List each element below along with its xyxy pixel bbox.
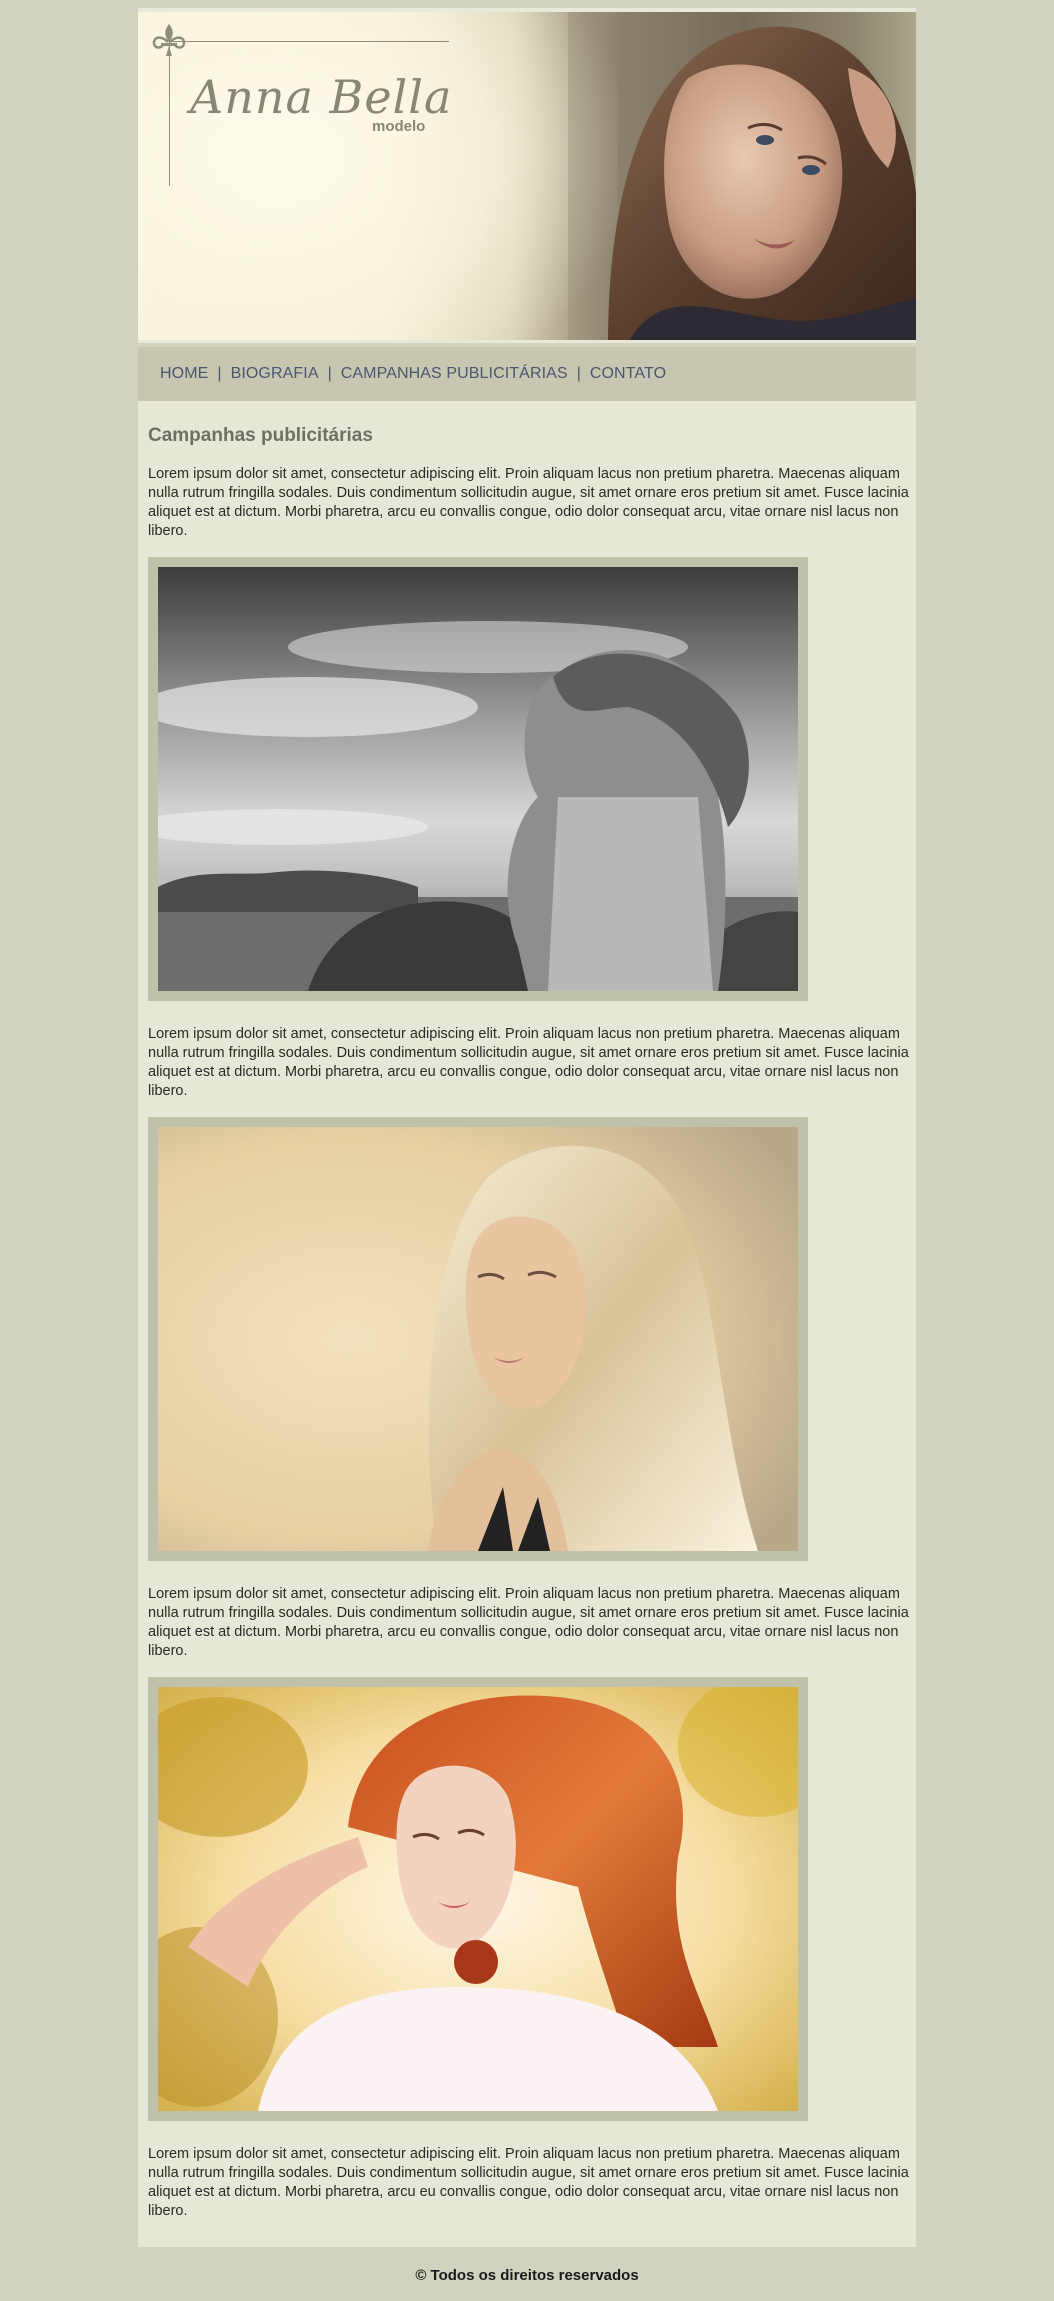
campaign-photo-blonde xyxy=(158,1127,798,1551)
nav-item-home[interactable]: HOME xyxy=(160,365,208,383)
photo-frame xyxy=(148,557,808,1001)
photo-frame xyxy=(148,1677,808,2121)
page-container: Anna Bella modelo HOME | BIOGRAFIA | CAM… xyxy=(138,8,916,2284)
nav-item-biografia[interactable]: BIOGRAFIA xyxy=(231,365,319,383)
logo-name: Anna Bella xyxy=(190,70,453,124)
content-paragraph: Lorem ipsum dolor sit amet, consectetur … xyxy=(148,1586,909,1659)
photo-frame xyxy=(148,1117,808,1561)
main-nav: HOME | BIOGRAFIA | CAMPANHAS PUBLICITÁRI… xyxy=(138,347,916,401)
campaign-photo-redhead xyxy=(158,1687,798,2111)
logo-subtitle: modelo xyxy=(372,118,426,135)
nav-item-campanhas[interactable]: CAMPANHAS PUBLICITÁRIAS xyxy=(341,365,568,383)
page-title: Campanhas publicitárias xyxy=(148,425,373,446)
header-banner: Anna Bella modelo xyxy=(138,8,916,343)
nav-separator: | xyxy=(576,365,581,382)
footer-copyright: © Todos os direitos reservados xyxy=(415,2267,639,2284)
content-paragraph: Lorem ipsum dolor sit amet, consectetur … xyxy=(148,1026,909,1099)
main-content: Campanhas publicitárias Lorem ipsum dolo… xyxy=(138,401,916,2247)
content-paragraph: Lorem ipsum dolor sit amet, consectetur … xyxy=(148,466,909,539)
nav-item-contato[interactable]: CONTATO xyxy=(590,365,666,383)
nav-separator: | xyxy=(217,365,222,382)
content-paragraph: Lorem ipsum dolor sit amet, consectetur … xyxy=(148,2146,909,2219)
campaign-photo-seaside xyxy=(158,567,798,991)
model-portrait-image xyxy=(568,8,916,343)
nav-separator: | xyxy=(327,365,332,382)
